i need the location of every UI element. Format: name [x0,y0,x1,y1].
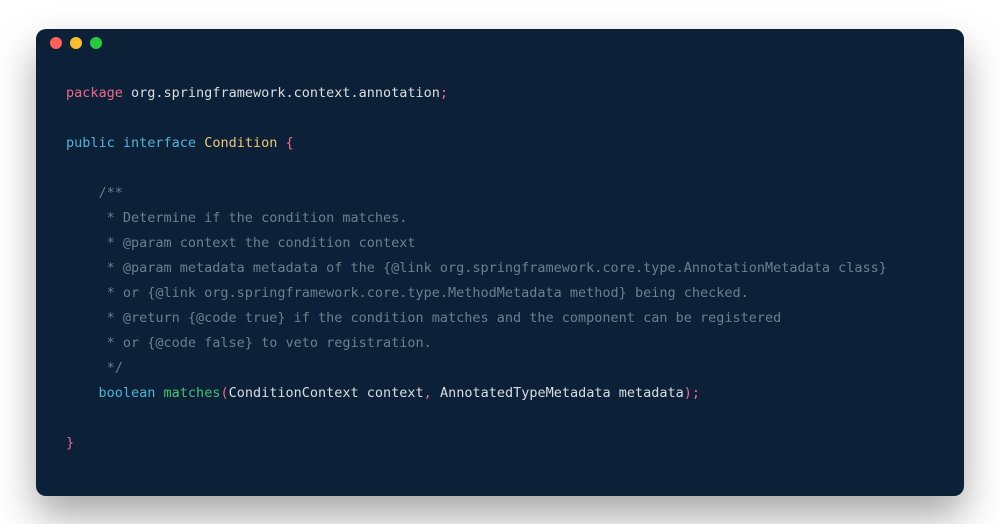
close-brace: } [66,435,74,451]
javadoc-line: /** [66,185,123,201]
javadoc-line: * or {@link org.springframework.core.typ… [66,285,749,301]
minimize-icon[interactable] [70,37,82,49]
javadoc-line: * Determine if the condition matches. [66,210,407,226]
maximize-icon[interactable] [90,37,102,49]
javadoc-line: * or {@code false} to veto registration. [66,335,432,351]
param-name: metadata [611,385,684,401]
keyword-public: public [66,135,115,151]
javadoc-line: * @param context the condition context [66,235,416,251]
method-name: matches [155,385,220,401]
param-name: context [359,385,424,401]
param-type: AnnotatedTypeMetadata [432,385,611,401]
titlebar [36,29,964,57]
param-type: ConditionContext [229,385,359,401]
close-icon[interactable] [50,37,62,49]
javadoc-line: */ [66,360,123,376]
keyword-interface: interface [115,135,196,151]
javadoc-line: * @return {@code true} if the condition … [66,310,781,326]
semicolon: ; [440,85,448,101]
keyword-package: package [66,85,123,101]
close-paren: ) [684,385,692,401]
indent [66,385,99,401]
type-name: Condition [196,135,277,151]
return-type: boolean [99,385,156,401]
comma: , [424,385,432,401]
code-content: package org.springframework.context.anno… [36,57,964,496]
open-paren: ( [220,385,228,401]
open-brace: { [277,135,293,151]
package-name: org.springframework.context.annotation [123,85,440,101]
code-window: package org.springframework.context.anno… [36,29,964,496]
semicolon: ; [692,385,700,401]
javadoc-line: * @param metadata metadata of the {@link… [66,260,887,276]
